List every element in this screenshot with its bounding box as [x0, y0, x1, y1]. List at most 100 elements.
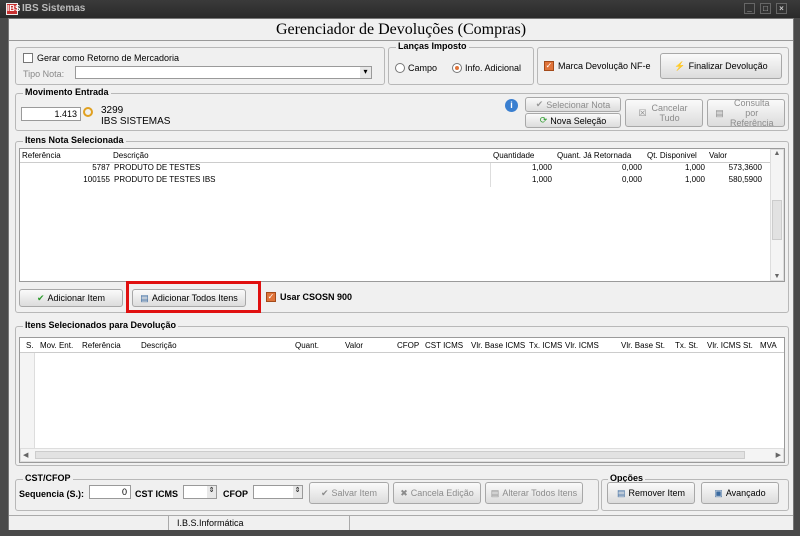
movimento-input[interactable]: 1.413 — [21, 107, 81, 121]
marca-devolucao-label: Marca Devolução NF-e — [558, 61, 651, 71]
campo-radio[interactable] — [395, 63, 405, 73]
search-icon[interactable] — [83, 107, 93, 117]
nova-selecao-button[interactable]: ⟳ Nova Seleção — [525, 113, 621, 128]
col-vlr-icms: Vlr. ICMS — [565, 341, 599, 350]
check-icon: ✔ — [535, 99, 544, 109]
table-row[interactable]: 100155 PRODUTO DE TESTES IBS 1,000 0,000… — [20, 175, 770, 187]
status-bar: I.B.S.Informática — [9, 515, 793, 530]
col-quant-retornada: Quant. Já Retornada — [557, 151, 632, 160]
usar-csosn-checkbox[interactable]: ✓ — [266, 292, 276, 302]
col-referencia: Referência — [82, 341, 121, 350]
cell-ret: 0,000 — [621, 175, 642, 184]
col-vlr-icms-st: Vlr. ICMS St. — [707, 341, 753, 350]
col-vlr-base-icms: Vlr. Base ICMS — [471, 341, 526, 350]
scroll-down-icon[interactable]: ▼ — [771, 273, 783, 280]
movimento-entrada-title: Movimento Entrada — [23, 87, 111, 97]
col-valor: Valor — [345, 341, 364, 350]
col-vlr-base-st: Vlr. Base St. — [621, 341, 666, 350]
sequencia-label: Sequencia (S.): — [19, 489, 85, 499]
scroll-up-icon[interactable]: ▲ — [771, 150, 783, 157]
scroll-thumb[interactable] — [772, 200, 782, 240]
col-cst-icms: CST ICMS — [425, 341, 464, 350]
col-mva: MVA — [760, 341, 777, 350]
avancado-button[interactable]: ▣ Avançado — [701, 482, 779, 504]
info-adicional-label: Info. Adicional — [465, 63, 522, 73]
adicionar-todos-itens-button[interactable]: ▤ Adicionar Todos Itens — [132, 289, 246, 307]
alterar-todos-itens-button[interactable]: ▤ Alterar Todos Itens — [485, 482, 583, 504]
list-icon: ▤ — [490, 487, 500, 498]
remover-item-button[interactable]: ▤ Remover Item — [607, 482, 695, 504]
sequencia-input[interactable]: 0 — [89, 485, 131, 499]
window-icon: ▣ — [714, 487, 723, 498]
col-cfop: CFOP — [397, 341, 420, 350]
cst-icms-label: CST ICMS — [135, 489, 179, 499]
finalizar-devolucao-button[interactable]: ⚡ Finalizar Devolução — [660, 53, 782, 79]
cell-desc: PRODUTO DE TESTES IBS — [114, 175, 216, 184]
info-icon[interactable]: i — [505, 99, 518, 112]
adicionar-item-button[interactable]: ✔ Adicionar Item — [19, 289, 123, 307]
col-quant: Quant. — [295, 341, 320, 350]
cell-disp: 1,000 — [684, 175, 705, 184]
cfop-select[interactable]: ⇕ — [253, 485, 303, 499]
cancelar-tudo-button[interactable]: ☒ Cancelar Tudo — [625, 99, 703, 127]
list-icon: ▤ — [140, 292, 149, 303]
itens-nota-grid[interactable]: Referência Descrição Quantidade Quant. J… — [19, 148, 785, 282]
cell-ref: 100155 — [83, 175, 110, 184]
scroll-right-icon[interactable]: ▶ — [776, 451, 781, 459]
col-referencia: Referência — [22, 151, 61, 160]
col-descricao: Descrição — [113, 151, 149, 160]
cell-disp: 1,000 — [684, 163, 705, 172]
close-icon[interactable]: × — [776, 3, 787, 14]
selecionar-nota-button[interactable]: ✔ Selecionar Nota — [525, 97, 621, 112]
scroll-thumb[interactable] — [35, 451, 745, 459]
cell-ref: 5787 — [92, 163, 110, 172]
col-quantidade: Quantidade — [493, 151, 535, 160]
lightning-icon: ⚡ — [674, 60, 686, 71]
itens-nota-title: Itens Nota Selecionada — [23, 135, 126, 145]
status-panel — [9, 516, 169, 530]
page-title: Gerenciador de Devoluções (Compras) — [9, 19, 793, 41]
salvar-item-button[interactable]: ✔ Salvar Item — [309, 482, 389, 504]
cancel-icon: ☒ — [638, 107, 647, 118]
cancela-edicao-button[interactable]: ✖ Cancela Edição — [393, 482, 481, 504]
consulta-referencia-button[interactable]: ▤ Consulta por Referência — [707, 98, 785, 128]
tipo-nota-select[interactable]: ▾ — [75, 66, 372, 79]
gerar-retorno-checkbox[interactable] — [23, 53, 33, 63]
usar-csosn-label: Usar CSOSN 900 — [280, 292, 353, 302]
info-adicional-radio[interactable] — [452, 63, 462, 73]
refresh-icon: ⟳ — [539, 115, 548, 125]
check-icon: ✔ — [320, 487, 329, 498]
cell-ret: 0,000 — [621, 163, 642, 172]
cell-qtd: 1,000 — [531, 175, 552, 184]
cst-icms-select[interactable]: ⇕ — [183, 485, 217, 499]
table-row[interactable]: 5787 PRODUTO DE TESTES 1,000 0,000 1,000… — [20, 163, 770, 175]
scroll-left-icon[interactable]: ◀ — [23, 451, 28, 459]
col-mov-ent: Mov. Ent. — [40, 341, 74, 350]
vertical-scrollbar[interactable]: ▲ ▼ — [770, 149, 784, 281]
col-descricao: Descrição — [141, 341, 177, 350]
itens-selecionados-title: Itens Selecionados para Devolução — [23, 320, 179, 330]
window-title: IBS Sistemas — [22, 3, 86, 14]
status-text: I.B.S.Informática — [177, 518, 244, 528]
maximize-icon[interactable]: □ — [760, 3, 771, 14]
fornecedor-code: 3299 — [101, 105, 124, 116]
cfop-label: CFOP — [223, 489, 249, 499]
cell-valor: 580,5900 — [728, 175, 762, 184]
minimize-icon[interactable]: _ — [744, 3, 755, 14]
header-divider — [20, 352, 784, 353]
campo-label: Campo — [408, 63, 438, 73]
cell-qtd: 1,000 — [531, 163, 552, 172]
chevron-down-icon[interactable]: ▾ — [360, 67, 371, 78]
col-valor: Valor — [709, 151, 728, 160]
document-icon: ▤ — [715, 107, 724, 118]
col-divider — [490, 163, 491, 187]
marca-devolucao-checkbox[interactable]: ✓ — [544, 61, 554, 71]
spin-icon[interactable]: ⇕ — [207, 486, 216, 498]
itens-selecionados-grid[interactable]: S. Mov. Ent. Referência Descrição Quant.… — [19, 337, 785, 463]
spin-icon[interactable]: ⇕ — [293, 486, 302, 498]
horizontal-scrollbar[interactable]: ◀ ▶ — [20, 448, 784, 462]
col-s: S. — [26, 341, 34, 350]
main-window: Gerenciador de Devoluções (Compras) Gera… — [8, 18, 794, 530]
cell-valor: 573,3600 — [728, 163, 762, 172]
col-qt-disponivel: Qt. Disponivel — [647, 151, 697, 160]
